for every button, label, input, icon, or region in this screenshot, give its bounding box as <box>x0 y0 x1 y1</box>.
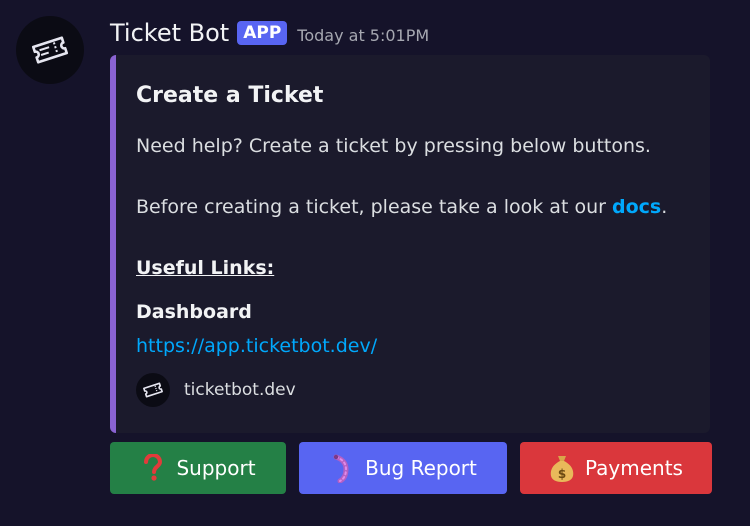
discord-message: Ticket Bot APP Today at 5:01PM Create a … <box>0 0 750 526</box>
useful-links-heading: Useful Links: <box>136 257 275 279</box>
bot-username[interactable]: Ticket Bot <box>110 19 229 47</box>
embed-description-line: Need help? Create a ticket by pressing b… <box>136 135 651 157</box>
embed-footer: ticketbot.dev <box>136 373 296 407</box>
docs-line-prefix: Before creating a ticket, please take a … <box>136 196 612 218</box>
embed-title: Create a Ticket <box>136 83 324 108</box>
footer-text: ticketbot.dev <box>184 380 296 400</box>
money-bag-icon: $ <box>549 453 575 483</box>
action-buttons: Support Bug Report $ Payments <box>110 442 712 494</box>
embed-docs-line: Before creating a ticket, please take a … <box>136 196 667 218</box>
dashboard-field-name: Dashboard <box>136 301 252 323</box>
payments-button-label: Payments <box>585 456 683 480</box>
bot-avatar[interactable] <box>16 16 84 84</box>
docs-line-suffix: . <box>661 196 668 218</box>
question-mark-icon <box>140 453 166 483</box>
embed-accent-bar <box>110 55 116 433</box>
footer-ticket-icon <box>136 373 170 407</box>
bug-report-button-label: Bug Report <box>365 456 477 480</box>
support-button-label: Support <box>176 456 256 480</box>
embed-card: Create a Ticket Need help? Create a tick… <box>110 55 710 433</box>
docs-link[interactable]: docs <box>612 196 661 218</box>
app-badge: APP <box>237 21 288 45</box>
svg-text:$: $ <box>558 467 566 481</box>
dashboard-link[interactable]: https://app.ticketbot.dev/ <box>136 335 377 357</box>
message-header: Ticket Bot APP Today at 5:01PM <box>110 16 429 50</box>
payments-button[interactable]: $ Payments <box>520 442 712 494</box>
support-button[interactable]: Support <box>110 442 286 494</box>
message-timestamp: Today at 5:01PM <box>297 25 430 45</box>
bug-icon <box>329 453 355 483</box>
ticket-icon <box>31 36 69 64</box>
bug-report-button[interactable]: Bug Report <box>299 442 507 494</box>
